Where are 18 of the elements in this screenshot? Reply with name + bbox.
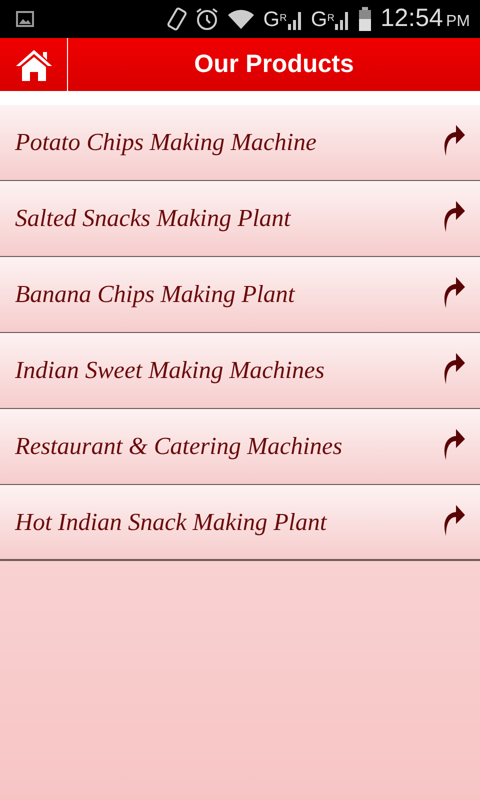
battery-icon	[358, 7, 372, 31]
product-item[interactable]: Banana Chips Making Plant	[0, 257, 480, 333]
home-icon	[14, 48, 54, 82]
signal-icon	[334, 10, 350, 30]
signal-icon	[286, 10, 303, 30]
product-item[interactable]: Indian Sweet Making Machines	[0, 333, 480, 409]
product-item[interactable]: Salted Snacks Making Plant	[0, 181, 480, 257]
vibrate-icon	[167, 6, 188, 32]
network-type: G$^{R}$	[263, 8, 287, 30]
wifi-icon	[227, 8, 256, 30]
alarm-icon	[195, 7, 220, 31]
clock: 12:54 PM	[380, 3, 470, 34]
product-item[interactable]: Potato Chips Making Machine	[0, 105, 480, 181]
gallery-icon	[16, 11, 34, 27]
product-item[interactable]: Hot Indian Snack Making Plant	[0, 485, 480, 561]
page-title: Our Products	[194, 48, 354, 80]
network-type: G$^{R}$	[310, 8, 334, 30]
product-item[interactable]: Restaurant & Catering Machines	[0, 409, 480, 485]
